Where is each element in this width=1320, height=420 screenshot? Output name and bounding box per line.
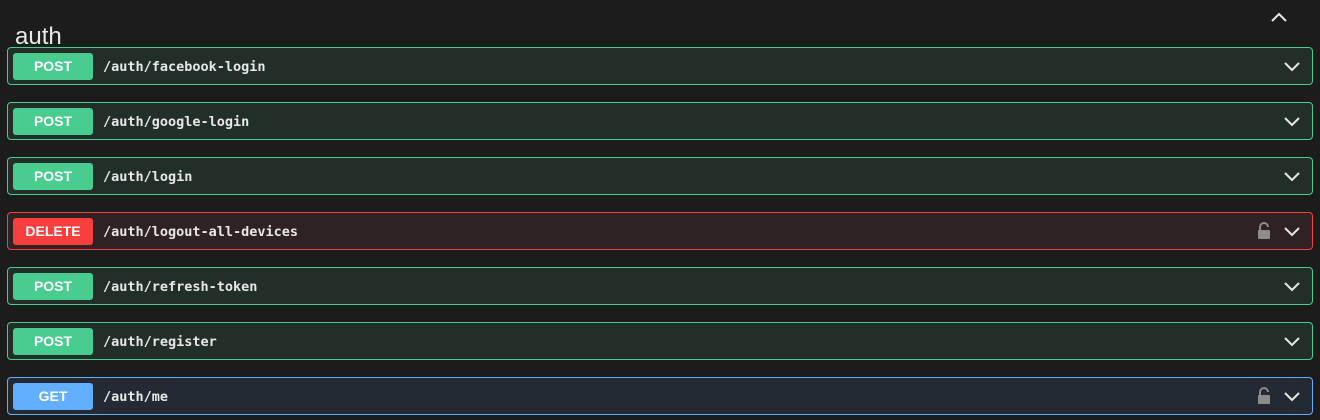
operation-row[interactable]: POST /auth/google-login — [7, 102, 1313, 140]
chevron-up-icon[interactable] — [1268, 6, 1290, 28]
endpoint-path[interactable]: /auth/logout-all-devices — [103, 213, 298, 251]
chevron-down-icon[interactable] — [1282, 56, 1302, 76]
operation-row[interactable]: POST /auth/facebook-login — [7, 47, 1313, 85]
endpoint-path[interactable]: /auth/login — [103, 158, 192, 196]
chevron-down-icon[interactable] — [1282, 276, 1302, 296]
endpoint-path[interactable]: /auth/me — [103, 378, 168, 416]
operation-row[interactable]: POST /auth/register — [7, 322, 1313, 360]
chevron-down-icon[interactable] — [1282, 386, 1302, 406]
operation-row[interactable]: DELETE /auth/logout-all-devices — [7, 212, 1313, 250]
chevron-down-icon[interactable] — [1282, 166, 1302, 186]
chevron-down-icon[interactable] — [1282, 221, 1302, 241]
method-badge: POST — [13, 108, 93, 135]
operation-row[interactable]: POST /auth/refresh-token — [7, 267, 1313, 305]
chevron-down-icon[interactable] — [1282, 331, 1302, 351]
method-badge: GET — [13, 383, 93, 410]
endpoint-path[interactable]: /auth/google-login — [103, 103, 249, 141]
method-badge: POST — [13, 328, 93, 355]
lock-icon[interactable] — [1256, 386, 1272, 406]
operation-row[interactable]: POST /auth/login — [7, 157, 1313, 195]
chevron-down-icon[interactable] — [1282, 111, 1302, 131]
section-header-auth[interactable]: auth — [0, 0, 1320, 50]
operation-row[interactable]: GET /auth/me — [7, 377, 1313, 415]
method-badge: POST — [13, 53, 93, 80]
lock-icon[interactable] — [1256, 221, 1272, 241]
method-badge: POST — [13, 163, 93, 190]
endpoint-path[interactable]: /auth/register — [103, 323, 217, 361]
endpoint-path[interactable]: /auth/refresh-token — [103, 268, 257, 306]
method-badge: POST — [13, 273, 93, 300]
method-badge: DELETE — [13, 218, 93, 245]
endpoint-path[interactable]: /auth/facebook-login — [103, 48, 266, 86]
